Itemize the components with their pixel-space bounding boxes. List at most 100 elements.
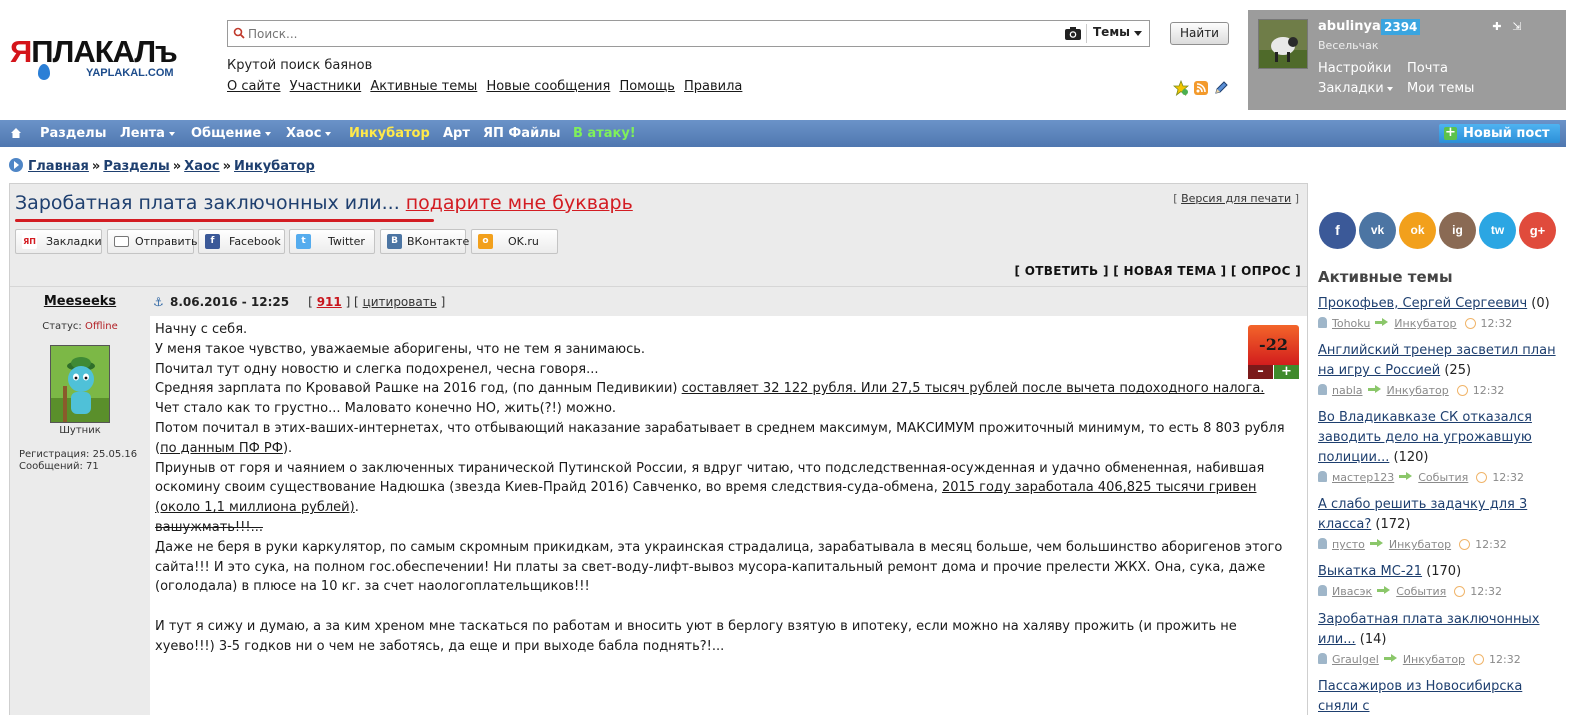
breadcrumb-chaos[interactable]: Хаос <box>184 159 219 174</box>
author-avatar[interactable] <box>50 345 110 423</box>
active-topic-link[interactable]: Английский тренер засветил план на игру … <box>1318 343 1556 378</box>
topic-actions[interactable]: [ ОТВЕТИТЬ ] [ НОВАЯ ТЕМА ] [ ОПРОС ] <box>1015 264 1301 278</box>
search-button[interactable]: Найти <box>1170 22 1229 45</box>
active-topic-section[interactable]: Инкубатор <box>1403 653 1465 666</box>
active-topic: Выкатка МС-21 (170) Ивасэк События 12:32 <box>1318 562 1558 601</box>
post-date: 8.06.2016 - 12:25 <box>170 295 290 309</box>
rating-minus-button[interactable]: – <box>1248 365 1273 379</box>
active-topic-user[interactable]: мастер123 <box>1332 471 1394 484</box>
nav-files[interactable]: ЯП Файлы <box>483 126 560 141</box>
active-topic-section[interactable]: События <box>1418 471 1468 484</box>
nav-chaos-label: Хаос <box>286 126 322 141</box>
bookmarks-menu[interactable]: Закладки <box>1318 81 1393 96</box>
nav-incubator[interactable]: Инкубатор <box>349 126 430 141</box>
print-version-link[interactable]: Версия для печати <box>1181 192 1291 205</box>
breadcrumb-sections[interactable]: Разделы <box>103 159 169 174</box>
active-topic-link[interactable]: Прокофьев, Сергей Сергеевич <box>1318 296 1527 311</box>
share-facebook-button[interactable]: f Facebook <box>198 229 285 254</box>
link-members[interactable]: Участники <box>290 79 362 94</box>
post-author[interactable]: Meeseeks <box>10 287 150 317</box>
logo-subtitle: YAPLAKAL.COM <box>86 67 174 79</box>
rating-plus-button[interactable]: + <box>1274 365 1299 379</box>
chevron-down-icon[interactable] <box>1134 31 1142 36</box>
pencil-icon[interactable] <box>1213 80 1229 96</box>
active-topic-user[interactable]: Ивасэк <box>1332 585 1372 598</box>
avatar[interactable] <box>1258 19 1308 69</box>
home-icon[interactable] <box>10 127 22 139</box>
quote-link[interactable]: цитировать <box>363 295 437 309</box>
active-topic-title: Прокофьев, Сергей Сергеевич (0) <box>1318 294 1558 314</box>
active-topic-section[interactable]: Инкубатор <box>1394 317 1456 330</box>
logout-icon[interactable]: ⇲ <box>1511 21 1523 33</box>
mail-link[interactable]: Почта <box>1407 61 1448 76</box>
link-new-messages[interactable]: Новые сообщения <box>486 79 610 94</box>
post-number[interactable]: 911 <box>317 295 342 309</box>
active-topic-user[interactable]: пусто <box>1332 538 1365 551</box>
nav-communication[interactable]: Общение <box>191 126 272 141</box>
topic-title[interactable]: Заробатная плата заключонных или... <box>15 192 400 214</box>
anchor-icon[interactable]: ⚓ <box>153 295 164 309</box>
instagram-icon[interactable]: ig <box>1439 212 1476 249</box>
active-topic-user[interactable]: GrauIgel <box>1332 653 1379 666</box>
share-send-button[interactable]: Отправить <box>107 229 198 254</box>
active-topic: Во Владикавказе СК отказался заводить де… <box>1318 408 1558 487</box>
twitter-icon[interactable]: tw <box>1479 212 1516 249</box>
breadcrumb-home[interactable]: Главная <box>28 159 89 174</box>
user-icon <box>1318 384 1327 395</box>
link-help[interactable]: Помощь <box>619 79 674 94</box>
nav-attack[interactable]: В атаку! <box>573 126 636 141</box>
new-post-button[interactable]: + Новый пост <box>1439 124 1560 143</box>
username[interactable]: abulinya <box>1318 19 1381 34</box>
print-version: [ Версия для печати ] <box>1173 192 1299 205</box>
active-topic-link[interactable]: Выкатка МС-21 <box>1318 564 1422 579</box>
active-topic: Заробатная плата заключонных или... (14)… <box>1318 610 1558 669</box>
ok-icon[interactable]: ok <box>1399 212 1436 249</box>
active-topic-section[interactable]: События <box>1396 585 1446 598</box>
bookmarks-label: Закладки <box>1318 81 1384 96</box>
active-topic-count: (120) <box>1389 450 1429 465</box>
link-about[interactable]: О сайте <box>227 79 281 94</box>
link-active-topics[interactable]: Активные темы <box>370 79 477 94</box>
topic-subtitle[interactable]: подарите мне букварь <box>406 192 633 214</box>
share-bookmarks-button[interactable]: ЯП Закладки <box>15 229 102 254</box>
user-icon <box>1318 653 1327 664</box>
active-topic-meta: GrauIgel Инкубатор 12:32 <box>1318 653 1558 669</box>
active-topic-link[interactable]: А слабо решить задачку для 3 класса? <box>1318 497 1527 532</box>
add-icon[interactable]: ✚ <box>1491 21 1503 33</box>
share-vk-button[interactable]: B ВКонтакте <box>380 229 469 254</box>
active-topic-user[interactable]: Tohoku <box>1332 317 1370 330</box>
rss-icon[interactable] <box>1193 80 1209 96</box>
nav-sections[interactable]: Разделы <box>40 126 106 141</box>
active-topic-count: (25) <box>1440 363 1472 378</box>
camera-icon[interactable] <box>1064 26 1082 41</box>
link-rules[interactable]: Правила <box>684 79 742 94</box>
active-topic-link[interactable]: Заробатная плата заключонных или... <box>1318 612 1540 647</box>
search-input[interactable] <box>248 24 1048 43</box>
nav-chaos[interactable]: Хаос <box>286 126 332 141</box>
star-icon[interactable] <box>1173 80 1189 96</box>
my-topics-link[interactable]: Мои темы <box>1407 81 1474 96</box>
vk-icon[interactable]: vk <box>1359 212 1396 249</box>
share-ok-button[interactable]: o OK.ru <box>471 229 558 254</box>
search-scope-select[interactable]: Темы <box>1093 25 1130 39</box>
breadcrumb-incubator[interactable]: Инкубатор <box>234 159 315 174</box>
clock-icon <box>1476 472 1488 483</box>
active-topic-section[interactable]: Инкубатор <box>1389 538 1451 551</box>
active-topic-section[interactable]: Инкубатор <box>1387 384 1449 397</box>
post-link[interactable]: по данным ПФ РФ <box>160 441 283 456</box>
post-link[interactable]: составляет 32 122 рубля. Или 27,5 тысяч … <box>682 381 1265 396</box>
settings-link[interactable]: Настройки <box>1318 61 1391 76</box>
active-topic-user[interactable]: nabla <box>1332 384 1363 397</box>
nav-art[interactable]: Арт <box>443 126 470 141</box>
facebook-icon[interactable]: f <box>1319 212 1356 249</box>
search-divider <box>1086 24 1087 43</box>
google-plus-icon[interactable]: g+ <box>1519 212 1556 249</box>
share-twitter-button[interactable]: t Twitter <box>289 229 375 254</box>
author-rank: Шутник <box>59 425 101 436</box>
post-text-fragment: Средняя зарплата по Кровавой Рашке на 20… <box>155 381 682 397</box>
post-text-fragment: ). <box>282 440 293 456</box>
active-topic-link[interactable]: Пассажиров из Новосибирска сняли с <box>1318 679 1522 714</box>
nav-communication-label: Общение <box>191 126 262 141</box>
site-logo[interactable]: ЯПЛАКАЛъ YAPLAKAL.COM <box>10 34 210 84</box>
nav-feed[interactable]: Лента <box>120 126 175 141</box>
